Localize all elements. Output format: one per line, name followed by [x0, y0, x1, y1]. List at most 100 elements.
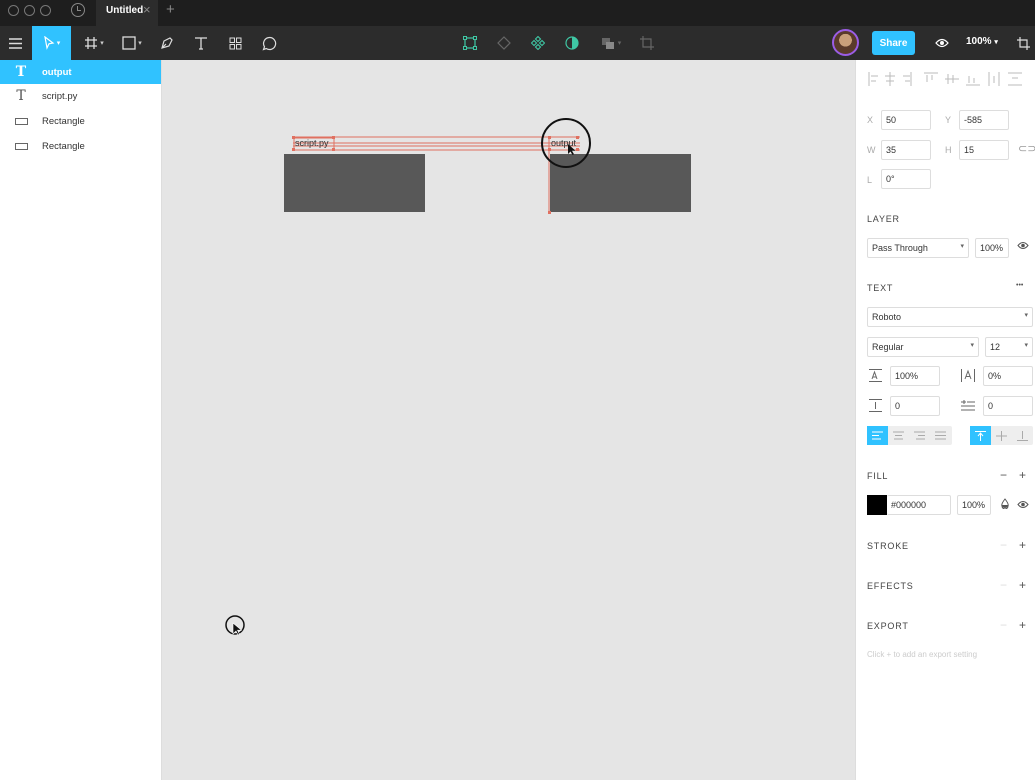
measurement-guides: [225, 118, 591, 636]
font-size-select[interactable]: 12 ▾: [985, 337, 1033, 357]
layer-section-title: LAYER: [867, 214, 900, 224]
canvas-text-script[interactable]: script.py: [295, 138, 329, 148]
align-justify-icon[interactable]: [930, 426, 951, 445]
paragraph-indent-field[interactable]: 0: [983, 396, 1033, 416]
font-size-label: 12: [990, 342, 1001, 352]
close-tab-icon[interactable]: ×: [143, 2, 151, 17]
share-button[interactable]: Share: [872, 31, 915, 55]
title-bar: Untitled × +: [0, 0, 1035, 26]
height-field[interactable]: 15: [959, 140, 1009, 160]
fill-hex-field[interactable]: #000000: [887, 495, 951, 515]
minimize-window-button[interactable]: [24, 5, 35, 16]
menu-icon[interactable]: [0, 26, 30, 60]
constrain-proportions-icon[interactable]: ⊂⊃: [1018, 142, 1035, 155]
export-hint: Click + to add an export setting: [867, 650, 978, 659]
rectangle-layer-icon: [14, 117, 28, 125]
h-label: H: [945, 145, 952, 155]
crop-icon[interactable]: [636, 26, 658, 60]
layer-item-script[interactable]: T script.py: [0, 84, 161, 108]
close-window-button[interactable]: [8, 5, 19, 16]
component-icon[interactable]: [526, 26, 550, 60]
layer-opacity-field[interactable]: 100%: [975, 238, 1009, 258]
export-add-icon[interactable]: +: [1019, 618, 1026, 632]
text-layer-icon: T: [15, 64, 27, 80]
present-icon[interactable]: [1012, 26, 1035, 60]
move-tool-icon[interactable]: ▾: [32, 26, 71, 60]
maximize-window-button[interactable]: [40, 5, 51, 16]
align-right-icon[interactable]: [909, 426, 930, 445]
layer-label: Rectangle: [42, 115, 85, 127]
y-field[interactable]: -585: [959, 110, 1009, 130]
chevron-down-icon: ▾: [970, 342, 974, 349]
group-icon[interactable]: ▾: [596, 26, 626, 60]
font-style-label: Regular: [872, 342, 904, 352]
fill-remove-icon[interactable]: −: [1000, 468, 1007, 482]
effects-add-icon[interactable]: +: [1019, 578, 1026, 592]
stroke-remove-icon[interactable]: −: [1000, 538, 1007, 552]
blend-drop-icon[interactable]: [1001, 498, 1009, 512]
blend-mode-label: Pass Through: [872, 243, 928, 253]
layer-label: Rectangle: [42, 140, 85, 152]
recent-files-icon[interactable]: [71, 3, 85, 17]
chevron-down-icon: ▾: [960, 243, 964, 250]
pen-tool-icon[interactable]: [154, 26, 180, 60]
fill-color-swatch[interactable]: [867, 495, 887, 515]
canvas[interactable]: script.py output: [162, 60, 855, 780]
w-label: W: [867, 145, 876, 155]
zoom-label: 100%: [966, 36, 992, 47]
fill-add-icon[interactable]: +: [1019, 468, 1026, 482]
rectangle-tool-icon[interactable]: ▾: [116, 26, 148, 60]
components-icon[interactable]: [222, 26, 248, 60]
text-layer-icon: T: [16, 88, 26, 104]
text-section-title: TEXT: [867, 283, 894, 293]
comment-icon[interactable]: [256, 26, 282, 60]
line-height-field[interactable]: 100%: [890, 366, 940, 386]
edit-object-icon[interactable]: [458, 26, 482, 60]
layer-item-rectangle[interactable]: Rectangle: [0, 134, 161, 158]
new-tab-icon[interactable]: +: [166, 1, 175, 18]
letter-spacing-field[interactable]: 0%: [983, 366, 1033, 386]
line-height-icon: [869, 369, 882, 385]
paragraph-indent-icon: [961, 399, 975, 415]
toolbar: ▾ ▾ ▾ ▾ Share 100% ▾: [0, 26, 1035, 60]
blend-mode-select[interactable]: Pass Through ▾: [867, 238, 969, 258]
zoom-dropdown[interactable]: 100% ▾: [966, 36, 998, 47]
rectangle-layer-icon: [14, 142, 28, 150]
visibility-eye-icon[interactable]: [1017, 241, 1029, 253]
x-field[interactable]: 50: [881, 110, 931, 130]
font-family-select[interactable]: Roboto ▾: [867, 307, 1033, 327]
fill-opacity-field[interactable]: 100%: [957, 495, 991, 515]
align-middle-icon[interactable]: [991, 426, 1012, 445]
align-top-icon[interactable]: [970, 426, 991, 445]
stroke-section-title: STROKE: [867, 541, 909, 551]
align-bottom-icon[interactable]: [1012, 426, 1033, 445]
layers-panel: T output T script.py Rectangle Rectangle: [0, 60, 162, 780]
align-center-icon[interactable]: [888, 426, 909, 445]
layer-item-output[interactable]: T output: [0, 60, 161, 84]
stroke-add-icon[interactable]: +: [1019, 538, 1026, 552]
canvas-text-output[interactable]: output: [551, 138, 576, 148]
font-style-select[interactable]: Regular ▾: [867, 337, 979, 357]
mask-icon[interactable]: [560, 26, 584, 60]
letter-spacing-icon: [961, 369, 975, 385]
chevron-down-icon: ▾: [1024, 342, 1028, 349]
text-tool-icon[interactable]: [188, 26, 214, 60]
width-field[interactable]: 35: [881, 140, 931, 160]
preview-eye-icon[interactable]: [932, 26, 952, 60]
layer-item-rectangle[interactable]: Rectangle: [0, 109, 161, 133]
paragraph-spacing-field[interactable]: 0: [890, 396, 940, 416]
bool-icon[interactable]: [492, 26, 516, 60]
document-tab-label: Untitled: [106, 5, 144, 16]
export-section-title: EXPORT: [867, 621, 909, 631]
text-more-icon[interactable]: •••: [1016, 282, 1023, 289]
avatar[interactable]: [832, 29, 859, 56]
font-family-label: Roboto: [872, 312, 902, 322]
effects-remove-icon[interactable]: −: [1000, 578, 1007, 592]
align-left-icon[interactable]: [867, 426, 888, 445]
layer-label: script.py: [42, 90, 78, 102]
chevron-down-icon: ▾: [994, 39, 998, 46]
frame-tool-icon[interactable]: ▾: [78, 26, 110, 60]
fill-visibility-eye-icon[interactable]: [1017, 500, 1029, 512]
rotation-field[interactable]: 0°: [881, 169, 931, 189]
export-remove-icon[interactable]: −: [1000, 618, 1007, 632]
